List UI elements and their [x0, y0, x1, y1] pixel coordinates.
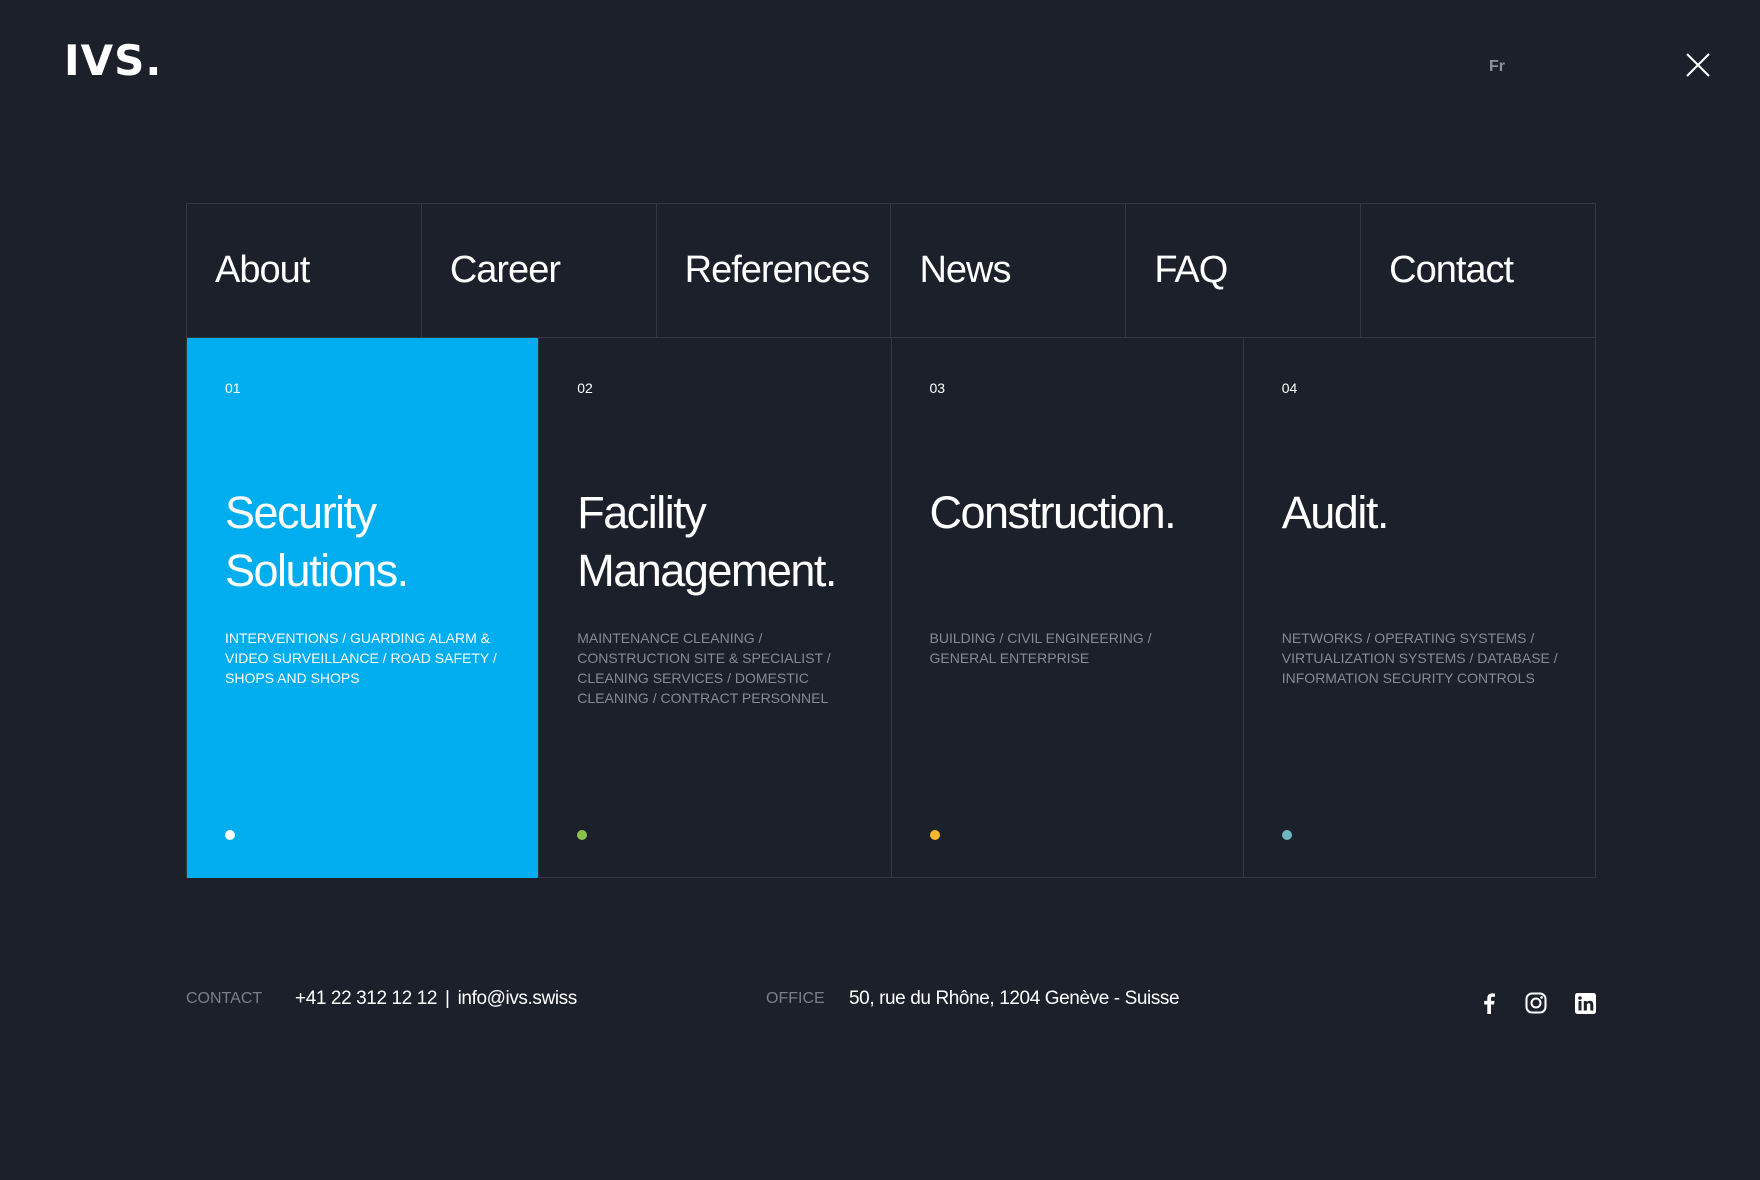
card-title: Audit.	[1281, 487, 1390, 538]
language-switch[interactable]: Fr	[1489, 58, 1505, 76]
contact-label: Contact	[186, 990, 263, 1007]
nav-item-contact[interactable]: Contact	[1361, 204, 1595, 337]
card-description: Maintenance cleaning / Construction site…	[577, 630, 831, 706]
card-number: 03	[929, 380, 946, 396]
footer: Contact +41 22 312 12 12 | info@ivs.swiss …	[186, 985, 1596, 1025]
menu-overlay: IVS. Fr About Career References News FAQ…	[0, 0, 1760, 1180]
service-card-security[interactable]: 01 Security Solutions. Interventions / G…	[187, 338, 540, 878]
menu-grid: About Career References News FAQ Contact…	[186, 203, 1596, 878]
card-dot	[929, 830, 940, 840]
nav-item-news[interactable]: News	[891, 204, 1127, 337]
card-dot	[225, 830, 235, 840]
card-description: Building / Civil engineering / General e…	[929, 630, 1152, 666]
separator: |	[445, 988, 450, 1009]
card-title: Construction.	[929, 487, 1177, 538]
email-link[interactable]: info@ivs.swiss	[458, 988, 578, 1009]
main-nav: About Career References News FAQ Contact	[187, 204, 1595, 338]
logo[interactable]: IVS.	[64, 40, 162, 82]
phone-link[interactable]: +41 22 312 12 12	[295, 988, 437, 1009]
linkedin-icon[interactable]	[1573, 991, 1597, 1015]
card-dot	[577, 830, 588, 840]
card-number: 02	[577, 380, 593, 396]
close-icon[interactable]	[1683, 50, 1713, 80]
service-card-audit[interactable]: 04 Audit. Networks / Operating systems /…	[1244, 338, 1595, 878]
contact-info: +41 22 312 12 12 | info@ivs.swiss	[295, 988, 577, 1010]
service-card-construction[interactable]: 03 Construction. Building / Civil engine…	[892, 338, 1244, 878]
office-address: 50, rue du Rhône, 1204 Genève - Suisse	[849, 988, 1180, 1009]
facebook-icon[interactable]	[1477, 991, 1501, 1015]
card-dot	[1281, 830, 1292, 840]
card-number: 01	[225, 380, 241, 396]
instagram-icon[interactable]	[1524, 991, 1548, 1015]
service-card-facility[interactable]: 02 Facility Management. Maintenance clea…	[539, 338, 892, 878]
nav-item-references[interactable]: References	[657, 204, 892, 337]
nav-item-career[interactable]: Career	[422, 204, 657, 337]
service-cards: 01 Security Solutions. Interventions / G…	[187, 338, 1595, 878]
nav-item-about[interactable]: About	[187, 204, 422, 337]
nav-item-faq[interactable]: FAQ	[1126, 204, 1362, 337]
card-number: 04	[1281, 380, 1298, 396]
card-description: Interventions / Guarding alarm & video s…	[225, 630, 497, 686]
office-label: Office	[766, 990, 825, 1007]
card-title: Facility Management.	[577, 487, 837, 596]
card-description: Networks / Operating systems / Virtualiz…	[1281, 630, 1558, 686]
card-title: Security Solutions.	[225, 487, 409, 596]
